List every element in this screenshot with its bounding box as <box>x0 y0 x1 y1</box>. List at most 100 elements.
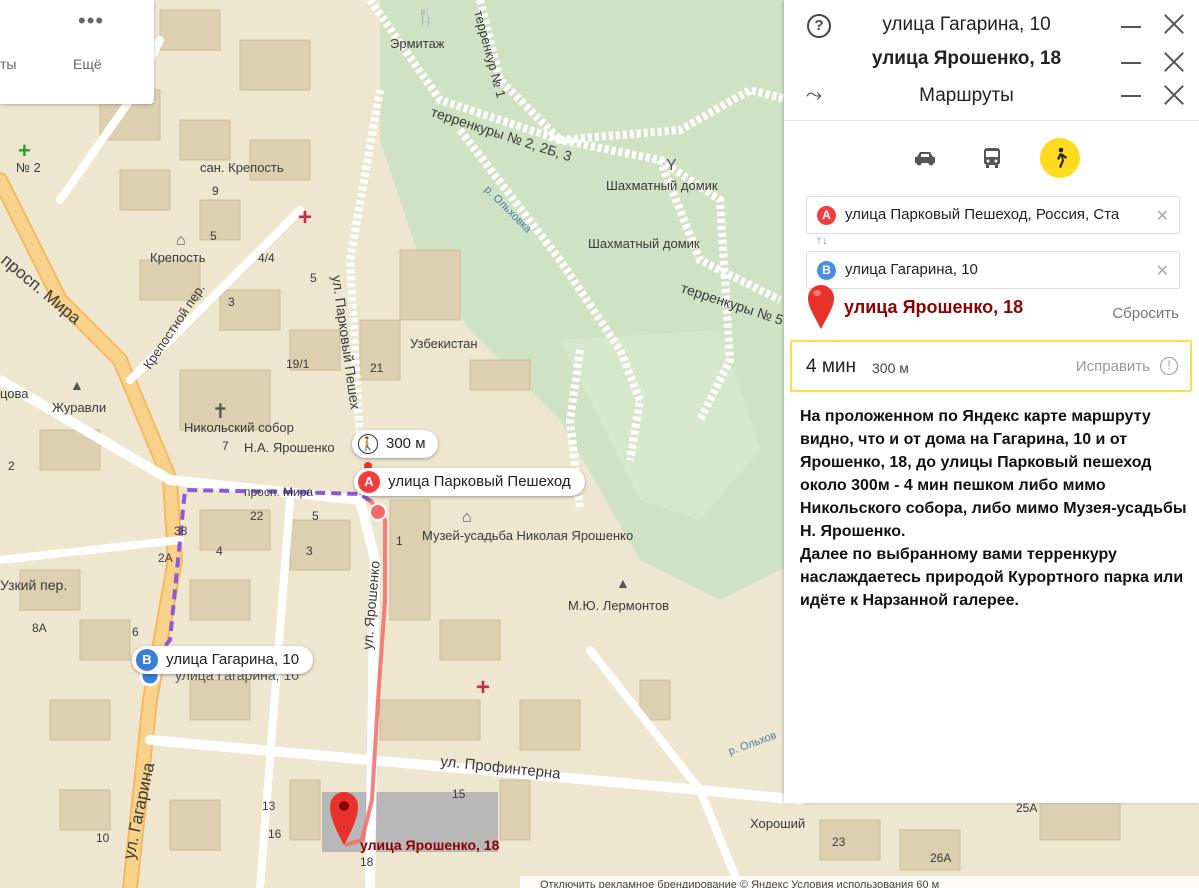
house-number: 6 <box>132 625 139 639</box>
point-b-bubble[interactable]: B улица Гагарина, 10 <box>132 646 314 674</box>
routes-panel: ? улица Гагарина, 10 улица Ярошенко, 18 … <box>784 0 1199 803</box>
house-number: 22 <box>250 509 264 523</box>
top-toolbar: ты ••• Ещё <box>0 0 154 104</box>
label-shakhmat2: Шахматный домик <box>588 236 700 251</box>
label-prosp-mira2: просп. Мира <box>244 485 313 499</box>
house-number: 21 <box>370 361 384 375</box>
point-b-label: улица Гагарина, 10 <box>166 651 300 668</box>
annotation-dest: улица Ярошенко, 18 <box>844 297 1024 317</box>
label-lermontov: М.Ю. Лермонтов <box>568 598 669 613</box>
house-number: 10 <box>96 831 110 845</box>
car-icon[interactable] <box>905 138 945 178</box>
house-number: 16 <box>268 827 282 841</box>
restaurant-icon: 🍴 <box>416 7 436 26</box>
label-krepost-san: сан. Крепость <box>200 160 284 175</box>
point-a-label: улица Парковый Пешеход <box>388 473 571 490</box>
close-button-3[interactable] <box>1163 84 1185 106</box>
house-number: 2А <box>158 551 173 565</box>
museum-icon: ⌂ <box>462 509 472 526</box>
monument-icon: ▲ <box>70 377 84 393</box>
route-icon[interactable]: ⤳ <box>806 84 822 107</box>
dest-label: улица Ярошенко, 18 <box>360 837 500 853</box>
annotation-pin-icon <box>808 285 834 329</box>
point-a-dot <box>369 503 387 521</box>
routes-title: Маршруты <box>919 85 1014 106</box>
house-number: 8А <box>32 621 47 635</box>
point-a-bubble[interactable]: A улица Парковый Пешеход <box>354 468 585 496</box>
point-a-field[interactable]: A улица Парковый Пешеход, Россия, Ста ✕ <box>806 196 1180 234</box>
swap-icon[interactable]: ↑↓ <box>816 233 828 247</box>
walk-distance-bubble[interactable]: 🚶 300 м <box>352 430 438 458</box>
bus-icon[interactable] <box>972 138 1012 178</box>
minimize-button[interactable] <box>1121 26 1141 28</box>
house-number: 19/1 <box>286 357 310 371</box>
panel-title-primary: улица Гагарина, 10 <box>882 14 1051 35</box>
label-no2: № 2 <box>16 160 41 175</box>
house-number: 3 <box>306 544 313 558</box>
label-yaroshenko-ha: Н.А. Ярошенко <box>244 440 335 455</box>
label-museum: Музей-усадьба Николая Ярошенко <box>422 528 633 543</box>
minimize-button-2[interactable] <box>1121 62 1141 64</box>
clear-a-icon[interactable]: ✕ <box>1156 206 1169 226</box>
close-button[interactable] <box>1163 13 1185 35</box>
hospital-icon-2: + <box>476 674 490 701</box>
header-row-2: улица Ярошенко, 18 <box>784 36 1199 72</box>
house-number: 25А <box>1016 801 1037 815</box>
house-number: 38 <box>174 524 188 538</box>
house-number: 4/4 <box>258 251 275 265</box>
route-distance: 300 м <box>872 360 909 376</box>
transport-modes <box>784 138 1199 178</box>
clear-b-icon[interactable]: ✕ <box>1156 261 1169 281</box>
pedestrian-icon: 🚶 <box>358 434 378 454</box>
point-a-value[interactable]: улица Парковый Пешеход, Россия, Ста <box>845 206 1145 223</box>
label-krepost: Крепость <box>150 250 206 265</box>
close-button-2[interactable] <box>1163 51 1185 73</box>
label-ermitazh: Эрмитаж <box>390 36 445 51</box>
hospital-icon: + <box>298 204 312 231</box>
info-icon[interactable]: ! <box>1160 357 1178 375</box>
label-uzbekistan: Узбекистан <box>410 336 478 351</box>
more-label[interactable]: Ещё <box>73 56 102 72</box>
route-comment: На проложенном по Яндекс карте маршруту … <box>800 408 1187 609</box>
label-uzky: Узкий пер. <box>0 577 67 593</box>
point-a-field-badge: A <box>817 206 836 225</box>
house-number: 15 <box>452 787 466 801</box>
house-number: 26А <box>930 851 951 865</box>
house-number: 5 <box>312 509 319 523</box>
house-number: 5 <box>310 271 317 285</box>
more-icon[interactable]: ••• <box>78 8 104 34</box>
label-kovaya: цова <box>0 386 29 401</box>
label-shakhmat1: Шахматный домик <box>606 178 718 193</box>
point-b-field-badge: B <box>817 261 836 280</box>
house-number: 23 <box>832 835 846 849</box>
route-summary[interactable]: 4 мин 300 м Исправить ! <box>790 340 1192 392</box>
pedestrian-icon[interactable] <box>1040 138 1080 178</box>
point-b-badge: B <box>136 649 158 671</box>
house-number: 3 <box>228 295 235 309</box>
label-khoroshy: Хороший <box>750 816 805 831</box>
museum-icon-2: ⌂ <box>176 232 186 249</box>
cafe-icon: Y <box>666 157 677 174</box>
header-row-1: ? улица Гагарина, 10 <box>784 0 1199 38</box>
house-number: 1 <box>396 534 403 548</box>
point-b-field[interactable]: B улица Гагарина, 10 ✕ <box>806 251 1180 289</box>
label-nikolsky: Никольский собор <box>184 420 294 435</box>
monument-icon-2: ▲ <box>616 575 630 591</box>
label-zhuravli: Журавли <box>52 400 106 415</box>
point-a-badge: A <box>358 471 380 493</box>
house-number: 2 <box>8 459 15 473</box>
reset-button[interactable]: Сбросить <box>1112 305 1179 322</box>
header-row-3: ⤳ Маршруты <box>784 72 1199 108</box>
house-number: 4 <box>216 544 223 558</box>
toolbar-partial-label[interactable]: ты <box>0 56 16 72</box>
house-number: 5 <box>210 229 217 243</box>
house-number: 7 <box>222 439 229 453</box>
house-number: 9 <box>212 184 219 198</box>
walk-distance-text: 300 м <box>386 435 426 452</box>
route-time: 4 мин <box>806 356 857 377</box>
point-b-value[interactable]: улица Гагарина, 10 <box>845 261 1145 278</box>
fix-link[interactable]: Исправить <box>1076 358 1150 375</box>
map-bottom-strip: Отключить рекламное брендирование © Янде… <box>540 879 939 888</box>
house-number: 13 <box>262 799 276 813</box>
minimize-button-3[interactable] <box>1121 95 1141 97</box>
